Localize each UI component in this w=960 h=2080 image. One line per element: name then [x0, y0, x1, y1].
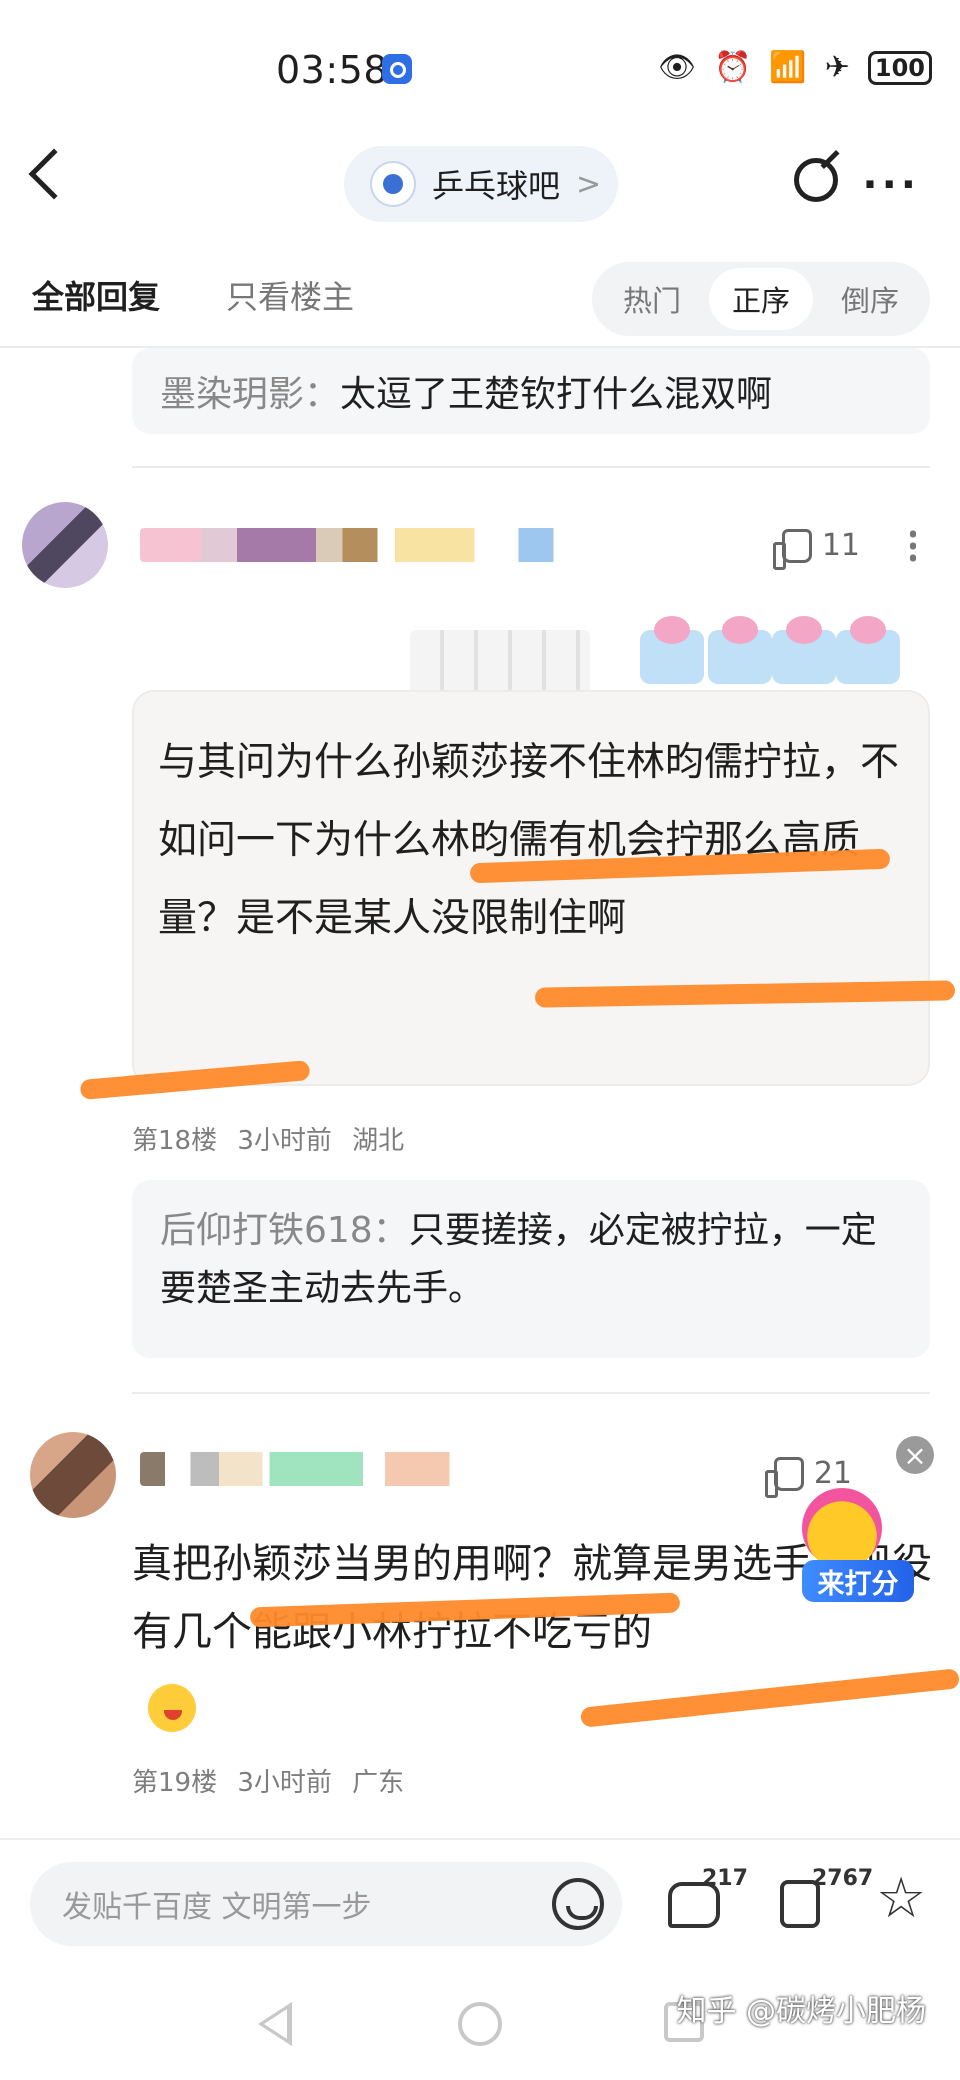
sort-ascending[interactable]: 正序 [709, 268, 813, 330]
avatar[interactable] [30, 1432, 116, 1518]
floor-number: 第18楼 [132, 1126, 218, 1156]
flower-pot-decoration [836, 616, 900, 684]
airplane-icon: ✈ [824, 50, 850, 85]
status-icons: 👁 ⏰ 📶 ✈ 100 [658, 50, 932, 85]
thumb-up-icon [772, 528, 812, 570]
post-meta: 第19楼 3小时前 广东 [132, 1762, 404, 1799]
battery-indicator: 100 [867, 50, 932, 85]
star-icon[interactable]: ☆ [876, 1866, 926, 1931]
sort-descending[interactable]: 倒序 [818, 268, 922, 330]
post-time: 3小时前 [237, 1768, 332, 1798]
like-count-total: 2767 [812, 1866, 874, 1891]
sort-hot[interactable]: 热门 [600, 268, 704, 330]
post-body: 与其问为什么孙颖莎接不住林昀儒拧拉，不如问一下为什么林昀儒有机会拧那么高质量？是… [132, 690, 930, 1086]
system-home-icon[interactable] [458, 2002, 502, 2046]
forum-name: 乒乓球吧 [432, 167, 561, 205]
sub-reply-author: 墨染玥影 [160, 374, 305, 415]
floor-divider [132, 1392, 930, 1394]
sub-reply[interactable]: 后仰打铁618：只要搓接，必定被拧拉，一定要楚圣主动去先手。 [132, 1180, 930, 1358]
close-icon[interactable]: × [896, 1436, 934, 1474]
username-blurred[interactable] [140, 528, 580, 562]
alarm-icon: ⏰ [714, 50, 752, 85]
sub-reply[interactable]: 墨染玥影：太逗了王楚钦打什么混双啊 [132, 348, 930, 434]
reply-input[interactable]: 发贴千百度 文明第一步 [30, 1862, 622, 1946]
post-location: 湖北 [352, 1126, 405, 1156]
wifi-icon: 📶 [769, 50, 807, 85]
forum-logo [370, 161, 416, 207]
chevron-right-icon: > [576, 166, 602, 202]
flower-pot-decoration [708, 616, 772, 684]
emoji-tongue-icon [148, 1684, 196, 1732]
fence-decoration [410, 630, 590, 692]
username-blurred[interactable] [140, 1452, 500, 1486]
like-count: 11 [821, 528, 860, 563]
status-time: 03:58 [276, 48, 389, 92]
avatar[interactable] [22, 502, 108, 588]
sub-reply-text: 太逗了王楚钦打什么混双啊 [340, 374, 773, 415]
system-back-icon[interactable] [258, 2002, 292, 2046]
like-count: 21 [813, 1456, 852, 1491]
tab-only-op[interactable]: 只看楼主 [226, 272, 354, 318]
forum-link[interactable]: 乒乓球吧 > [344, 146, 618, 222]
kebab-icon[interactable] [910, 528, 916, 562]
eye-icon: 👁 [657, 50, 697, 85]
comment-count: 217 [702, 1866, 748, 1891]
post-time: 3小时前 [237, 1126, 332, 1156]
sort-segmented-control: 热门 正序 倒序 [592, 262, 930, 336]
floor-number: 第19楼 [132, 1768, 218, 1798]
sub-reply-author: 后仰打铁618 [160, 1210, 373, 1251]
like-button[interactable]: 21 [764, 1456, 852, 1498]
like-button[interactable]: 11 [772, 528, 860, 570]
watermark: 知乎 @碳烤小肥杨 [676, 1994, 926, 2029]
post-location: 广东 [352, 1768, 405, 1798]
emoji-icon[interactable] [552, 1878, 604, 1930]
more-icon[interactable]: ··· [862, 162, 920, 208]
post-meta: 第18楼 3小时前 湖北 [132, 1120, 404, 1157]
back-icon[interactable] [28, 148, 80, 200]
tab-all-replies[interactable]: 全部回复 [32, 272, 160, 318]
flower-pot-decoration [640, 616, 704, 684]
floor-divider [132, 466, 930, 468]
mascot-icon[interactable] [802, 1488, 882, 1568]
flower-pot-decoration [772, 616, 836, 684]
rate-button[interactable]: 来打分 [802, 1560, 914, 1602]
highlight-stroke [579, 1668, 960, 1728]
app-notification-icon [382, 54, 412, 84]
thumb-up-icon [764, 1456, 804, 1498]
edit-icon[interactable] [794, 158, 838, 202]
